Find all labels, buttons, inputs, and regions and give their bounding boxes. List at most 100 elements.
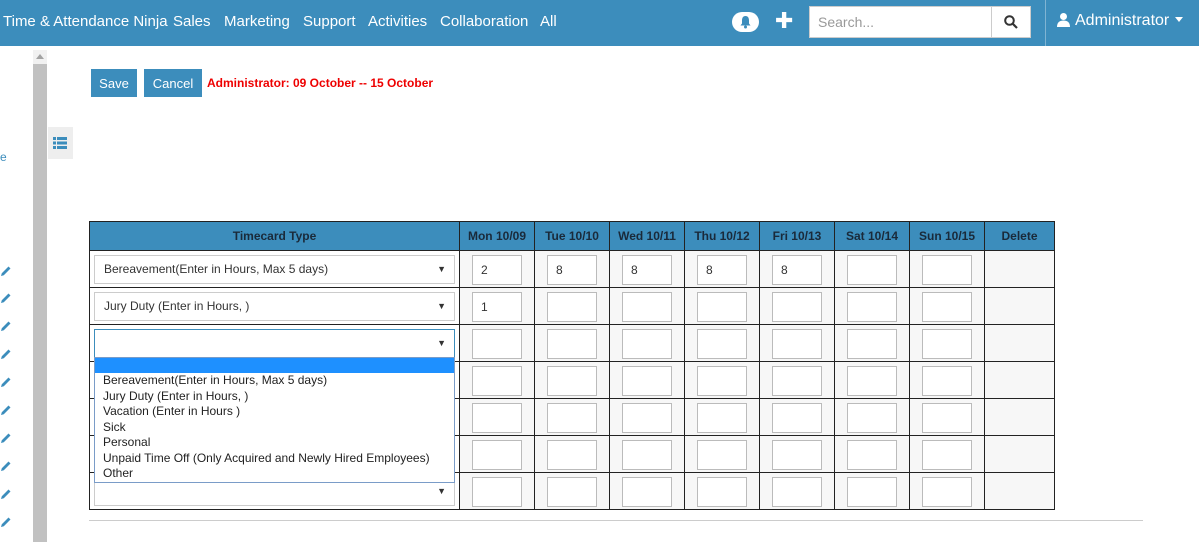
hours-input[interactable]: [922, 366, 972, 396]
pencil-icon[interactable]: [0, 404, 12, 416]
delete-cell[interactable]: [984, 361, 1055, 399]
nav-marketing[interactable]: Marketing: [224, 13, 290, 30]
cancel-button[interactable]: Cancel: [144, 69, 202, 97]
dropdown-option[interactable]: Other: [95, 466, 454, 482]
timecard-type-dropdown-list[interactable]: Bereavement(Enter in Hours, Max 5 days) J…: [94, 357, 455, 483]
delete-cell[interactable]: [984, 398, 1055, 436]
hours-input[interactable]: [772, 255, 822, 285]
delete-cell[interactable]: [984, 287, 1055, 325]
hours-input[interactable]: [622, 292, 672, 322]
hours-input[interactable]: [547, 403, 597, 433]
scroll-up-arrow[interactable]: [33, 50, 47, 64]
hours-input[interactable]: [472, 292, 522, 322]
dropdown-option[interactable]: Bereavement(Enter in Hours, Max 5 days): [95, 373, 454, 389]
hours-input[interactable]: [547, 440, 597, 470]
hours-input[interactable]: [922, 329, 972, 359]
hours-input[interactable]: [547, 329, 597, 359]
hours-input[interactable]: [472, 440, 522, 470]
divider: [89, 520, 1143, 521]
day-cell: [759, 324, 835, 362]
hours-input[interactable]: [697, 477, 747, 507]
hours-input[interactable]: [697, 366, 747, 396]
nav-app-home[interactable]: Time & Attendance Ninja: [3, 13, 168, 30]
pencil-icon[interactable]: [0, 265, 12, 277]
hours-input[interactable]: [622, 403, 672, 433]
hours-input[interactable]: [622, 366, 672, 396]
hours-input[interactable]: [772, 477, 822, 507]
hours-input[interactable]: [847, 366, 897, 396]
search-button[interactable]: [991, 6, 1031, 38]
hours-input[interactable]: [547, 292, 597, 322]
delete-cell[interactable]: [984, 324, 1055, 362]
header-timecard-type: Timecard Type: [89, 221, 460, 251]
hours-input[interactable]: [847, 403, 897, 433]
nav-support[interactable]: Support: [303, 13, 356, 30]
hours-input[interactable]: [472, 329, 522, 359]
hours-input[interactable]: [622, 440, 672, 470]
hours-input[interactable]: [922, 440, 972, 470]
pencil-icon[interactable]: [0, 460, 12, 472]
hours-input[interactable]: [472, 477, 522, 507]
timecard-type-select[interactable]: Jury Duty (Enter in Hours, ) ▼: [94, 292, 455, 321]
pencil-icon[interactable]: [0, 488, 12, 500]
save-button[interactable]: Save: [91, 69, 137, 97]
hours-input[interactable]: [847, 329, 897, 359]
hours-input[interactable]: [772, 329, 822, 359]
delete-cell[interactable]: [984, 250, 1055, 288]
hours-input[interactable]: [697, 292, 747, 322]
hours-input[interactable]: [472, 366, 522, 396]
dropdown-option[interactable]: Sick: [95, 420, 454, 436]
plus-icon[interactable]: ✚: [775, 8, 793, 34]
pencil-icon[interactable]: [0, 320, 12, 332]
hours-input[interactable]: [922, 477, 972, 507]
nav-all[interactable]: All: [540, 13, 557, 30]
bell-icon[interactable]: [732, 12, 759, 32]
hours-input[interactable]: [847, 292, 897, 322]
hours-input[interactable]: [622, 255, 672, 285]
pencil-icon[interactable]: [0, 348, 12, 360]
hours-input[interactable]: [772, 440, 822, 470]
hours-input[interactable]: [697, 329, 747, 359]
dropdown-option[interactable]: Personal: [95, 435, 454, 451]
timecard-type-select[interactable]: Bereavement(Enter in Hours, Max 5 days) ▼: [94, 255, 455, 284]
dropdown-option[interactable]: Vacation (Enter in Hours ): [95, 404, 454, 420]
hours-input[interactable]: [472, 403, 522, 433]
pencil-icon[interactable]: [0, 516, 12, 528]
header-day: Wed 10/11: [609, 221, 685, 251]
hours-input[interactable]: [697, 403, 747, 433]
hours-input[interactable]: [847, 255, 897, 285]
nav-activities[interactable]: Activities: [368, 13, 427, 30]
hours-input[interactable]: [772, 403, 822, 433]
hours-input[interactable]: [547, 366, 597, 396]
hours-input[interactable]: [697, 440, 747, 470]
delete-cell[interactable]: [984, 435, 1055, 473]
hours-input[interactable]: [772, 292, 822, 322]
list-toggle-button[interactable]: [48, 127, 73, 159]
hours-input[interactable]: [547, 255, 597, 285]
pencil-icon[interactable]: [0, 376, 12, 388]
dropdown-option[interactable]: Jury Duty (Enter in Hours, ): [95, 389, 454, 405]
hours-input[interactable]: [697, 255, 747, 285]
hours-input[interactable]: [622, 329, 672, 359]
dropdown-option[interactable]: Unpaid Time Off (Only Acquired and Newly…: [95, 451, 454, 467]
nav-sales[interactable]: Sales: [173, 13, 211, 30]
hours-input[interactable]: [847, 440, 897, 470]
hours-input[interactable]: [922, 255, 972, 285]
hours-input[interactable]: [472, 255, 522, 285]
hours-input[interactable]: [922, 292, 972, 322]
nav-collaboration[interactable]: Collaboration: [440, 13, 528, 30]
dropdown-option[interactable]: [95, 358, 454, 373]
hours-input[interactable]: [547, 477, 597, 507]
hours-input[interactable]: [922, 403, 972, 433]
sidebar-link-partial[interactable]: e: [0, 150, 7, 164]
pencil-icon[interactable]: [0, 432, 12, 444]
hours-input[interactable]: [847, 477, 897, 507]
user-menu[interactable]: Administrator: [1056, 12, 1184, 30]
search-input[interactable]: [809, 6, 992, 38]
hours-input[interactable]: [772, 366, 822, 396]
timecard-type-select[interactable]: ▼: [94, 329, 455, 358]
sidebar-scrollbar[interactable]: [33, 50, 47, 542]
delete-cell[interactable]: [984, 472, 1055, 510]
pencil-icon[interactable]: [0, 292, 12, 304]
hours-input[interactable]: [622, 477, 672, 507]
